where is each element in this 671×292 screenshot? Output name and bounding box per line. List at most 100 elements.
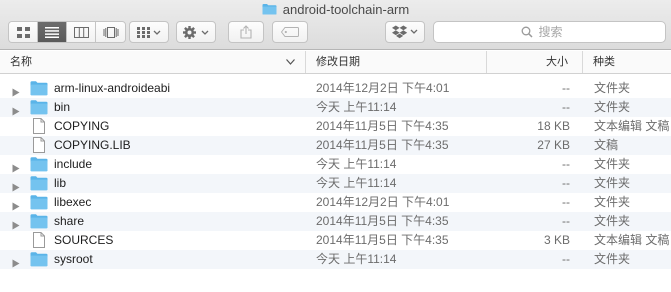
document-icon [30,232,48,248]
file-date: 2014年11月5日 下午4:35 [316,233,449,247]
tag-icon [281,27,299,37]
kind-column-header[interactable]: 种类 [583,51,671,73]
file-kind: 文件夹 [594,195,631,209]
file-date: 2014年11月5日 下午4:35 [316,119,449,133]
file-date: 今天 上午11:14 [316,252,397,266]
file-kind: 文稿 [594,138,619,152]
action-button[interactable] [176,21,216,43]
size-column-header[interactable]: 大小 [487,51,583,73]
file-kind: 文本编辑 文稿 [594,233,670,247]
list-view-button[interactable] [38,22,67,42]
file-name: sysroot [54,252,93,266]
disclosure-triangle-icon[interactable] [12,160,20,173]
file-size: -- [562,252,570,266]
file-row[interactable]: COPYING.LIB 2014年11月5日 下午4:35 27 KB 文稿 [0,136,671,155]
size-column-label: 大小 [546,56,568,68]
folder-icon [30,251,48,267]
search-icon [521,26,533,38]
file-name: lib [54,176,67,190]
file-size: 27 KB [537,138,570,152]
file-row[interactable]: COPYING 2014年11月5日 下午4:35 18 KB 文本编辑 文稿 [0,117,671,136]
file-size: 3 KB [543,233,570,247]
file-size: -- [562,100,570,114]
folder-icon [30,99,48,115]
file-size: -- [562,81,570,95]
file-row[interactable]: include 今天 上午11:14 -- 文件夹 [0,155,671,174]
file-date: 2014年12月2日 下午4:01 [316,81,450,95]
disclosure-triangle-icon[interactable] [12,103,20,116]
sort-chevron-icon [286,59,295,65]
file-kind: 文件夹 [594,176,631,190]
share-icon [240,25,252,39]
list-icon [45,26,59,38]
file-row[interactable]: arm-linux-androideabi 2014年12月2日 下午4:01 … [0,79,671,98]
disclosure-triangle-icon[interactable] [12,217,20,230]
column-view-button[interactable] [67,22,96,42]
disclosure-triangle-icon[interactable] [12,255,20,268]
arrange-button[interactable] [129,21,169,43]
file-name: COPYING [54,119,110,133]
search-input[interactable] [538,25,579,39]
file-row[interactable]: sysroot 今天 上午11:14 -- 文件夹 [0,250,671,269]
file-date: 2014年11月5日 下午4:35 [316,138,449,152]
file-date: 今天 上午11:14 [316,157,397,171]
column-header: 名称 修改日期 大小 种类 [0,51,671,74]
file-date: 今天 上午11:14 [316,176,397,190]
file-size: -- [562,176,570,190]
file-row[interactable]: share 2014年11月5日 下午4:35 -- 文件夹 [0,212,671,231]
file-name: libexec [54,195,92,209]
kind-column-label: 种类 [593,56,615,68]
cover-flow-icon [103,26,118,38]
file-row[interactable]: libexec 2014年12月2日 下午4:01 -- 文件夹 [0,193,671,212]
file-name: arm-linux-androideabi [54,81,171,95]
file-date: 2014年12月2日 下午4:01 [316,195,450,209]
folder-icon [262,4,277,15]
document-icon [30,118,48,134]
empty-row [0,269,671,288]
dropbox-button[interactable] [385,21,425,43]
columns-icon [73,26,89,38]
file-size: -- [562,157,570,171]
date-column-label: 修改日期 [316,56,360,68]
tag-button[interactable] [272,21,308,43]
file-size: -- [562,214,570,228]
share-button[interactable] [228,21,264,43]
view-mode-control [8,21,126,43]
file-size: -- [562,195,570,209]
file-name: COPYING.LIB [54,138,131,152]
disclosure-triangle-icon[interactable] [12,84,20,97]
disclosure-triangle-icon[interactable] [12,179,20,192]
window-title-bar: android-toolchain-arm [0,0,671,18]
file-row[interactable]: lib 今天 上午11:14 -- 文件夹 [0,174,671,193]
file-size: 18 KB [537,119,570,133]
file-date: 2014年11月5日 下午4:35 [316,214,449,228]
file-name: share [54,214,85,228]
file-kind: 文件夹 [594,157,631,171]
arrange-grid-icon [137,26,161,38]
folder-icon [30,80,48,96]
date-column-header[interactable]: 修改日期 [306,51,487,73]
file-kind: 文本编辑 文稿 [594,119,670,133]
name-column-header[interactable]: 名称 [0,51,306,73]
folder-icon [30,156,48,172]
dropbox-icon [392,25,418,39]
file-kind: 文件夹 [594,100,631,114]
document-icon [30,137,48,153]
name-column-label: 名称 [10,56,32,68]
folder-icon [30,213,48,229]
disclosure-triangle-icon[interactable] [12,198,20,211]
folder-icon [30,175,48,191]
gear-icon [183,25,209,39]
file-date: 今天 上午11:14 [316,100,397,114]
file-kind: 文件夹 [594,252,631,266]
file-row[interactable]: bin 今天 上午11:14 -- 文件夹 [0,98,671,117]
file-name: SOURCES [54,233,114,247]
file-kind: 文件夹 [594,214,631,228]
icon-view-button[interactable] [9,22,38,42]
file-row[interactable]: SOURCES 2014年11月5日 下午4:35 3 KB 文本编辑 文稿 [0,231,671,250]
cover-flow-view-button[interactable] [96,22,125,42]
file-name: bin [54,100,71,114]
file-kind: 文件夹 [594,81,631,95]
folder-icon [30,194,48,210]
search-field[interactable] [433,21,666,43]
